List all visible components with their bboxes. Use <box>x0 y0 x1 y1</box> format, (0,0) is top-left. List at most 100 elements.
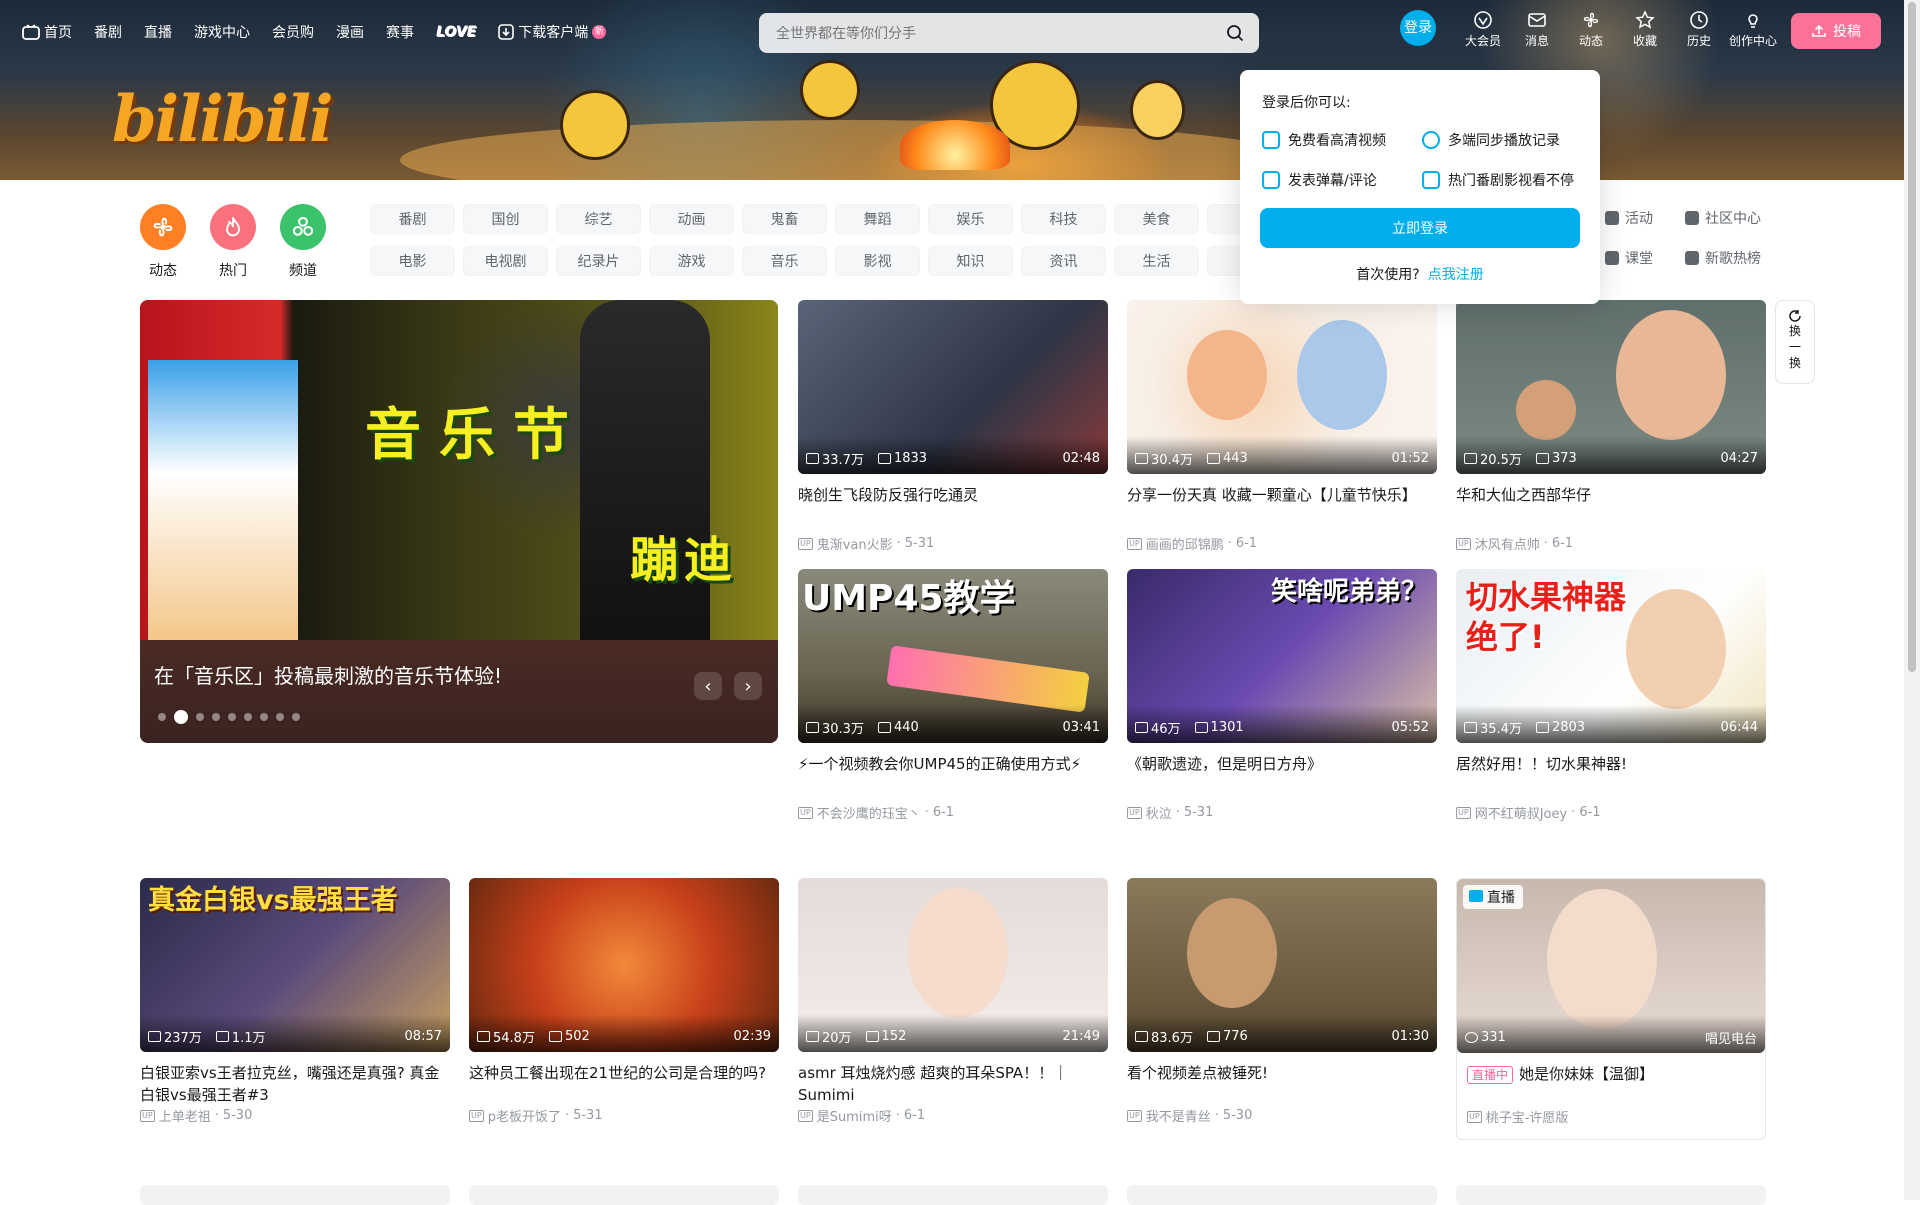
tag-item[interactable]: 音乐 <box>742 246 827 276</box>
video-thumbnail[interactable]: 真金白银vs最强王者 237万 1.1万 08:57 <box>140 878 450 1052</box>
nav-live[interactable]: 直播 <box>144 22 172 42</box>
video-thumbnail[interactable]: 笑啥呢弟弟？ 46万 1301 05:52 <box>1127 569 1437 743</box>
scrollbar-thumb[interactable] <box>1908 2 1916 672</box>
tag-item[interactable]: 知识 <box>928 246 1013 276</box>
nav-esports[interactable]: 赛事 <box>386 22 414 42</box>
video-thumbnail[interactable]: 切水果神器 绝了! 35.4万 2803 06:44 <box>1456 569 1766 743</box>
nav-history[interactable]: 历史 <box>1672 10 1726 49</box>
login-avatar-button[interactable]: 登录 <box>1400 10 1436 46</box>
carousel-prev-button[interactable]: ‹ <box>694 672 722 700</box>
tag-item[interactable]: 资讯 <box>1021 246 1106 276</box>
tag-item[interactable]: 鬼畜 <box>742 204 827 234</box>
search-input[interactable] <box>774 22 1194 46</box>
tag-item[interactable]: 综艺 <box>556 204 641 234</box>
search-icon[interactable] <box>1226 24 1244 42</box>
video-title[interactable]: 这种员工餐出现在21世纪的公司是合理的吗? <box>469 1062 779 1106</box>
link-new-songs[interactable]: 新歌热榜 <box>1685 248 1785 268</box>
video-author[interactable]: UP 不会沙鹰的珏宝丶 · 6-1 <box>798 803 1108 822</box>
nav-messages[interactable]: 消息 <box>1510 10 1564 49</box>
video-author[interactable]: UP 上单老祖 · 5-30 <box>140 1106 450 1125</box>
refresh-button[interactable]: 换 一 换 <box>1775 300 1815 384</box>
tag-item[interactable]: 美食 <box>1114 204 1199 234</box>
carousel-dot[interactable] <box>228 713 236 721</box>
nav-favorites[interactable]: 收藏 <box>1618 10 1672 49</box>
carousel-dot[interactable] <box>276 713 284 721</box>
link-activity[interactable]: 活动 <box>1605 208 1685 228</box>
live-title[interactable]: 直播中 她是你妹妹【温御】 <box>1457 1063 1765 1107</box>
channel-hot[interactable]: 热门 <box>210 204 256 280</box>
video-author[interactable]: UP 秋泣 · 5-31 <box>1127 803 1437 822</box>
video-thumbnail[interactable]: 20万 152 21:49 <box>798 878 1108 1052</box>
carousel-dot[interactable] <box>260 713 268 721</box>
link-community[interactable]: 社区中心 <box>1685 208 1785 228</box>
video-thumbnail[interactable]: 83.6万 776 01:30 <box>1127 878 1437 1052</box>
carousel-dot[interactable] <box>196 713 204 721</box>
live-thumbnail[interactable]: 直播 331 唱见电台 <box>1457 879 1765 1053</box>
video-card[interactable]: 54.8万 502 02:39 这种员工餐出现在21世纪的公司是合理的吗? UP p老… <box>469 878 779 1125</box>
nav-gamecenter[interactable]: 游戏中心 <box>194 22 250 42</box>
nav-love-event[interactable]: LOVE <box>436 24 476 40</box>
nav-dynamic[interactable]: 动态 <box>1564 10 1618 49</box>
tag-item[interactable]: 国创 <box>463 204 548 234</box>
video-title[interactable]: ⚡一个视频教会你UMP45的正确使用方式⚡ <box>798 753 1108 797</box>
video-thumbnail[interactable]: 30.4万 443 01:52 <box>1127 300 1437 474</box>
video-card[interactable]: 笑啥呢弟弟？ 46万 1301 05:52 《朝歌遗迹，但是明日方舟》 UP 秋泣 · 5… <box>1127 569 1437 822</box>
video-author[interactable]: UP 鬼渐van火影 · 5-31 <box>798 534 1108 553</box>
login-now-button[interactable]: 立即登录 <box>1260 208 1580 248</box>
carousel-dot[interactable] <box>212 713 220 721</box>
nav-manga[interactable]: 漫画 <box>336 22 364 42</box>
video-title[interactable]: 居然好用！！切水果神器! <box>1456 753 1766 797</box>
video-title[interactable]: 晓创生飞段防反强行吃通灵 <box>798 484 1108 528</box>
tag-item[interactable]: 电视剧 <box>463 246 548 276</box>
video-card[interactable]: 20.5万 373 04:27 华和大仙之西部华仔 UP 沐风有点帅 · 6-1 <box>1456 300 1766 553</box>
carousel-next-button[interactable]: › <box>734 672 762 700</box>
video-title[interactable]: 白银亚索vs王者拉克丝，嘴强还是真强? 真金白银vs最强王者#3 <box>140 1062 450 1106</box>
video-author[interactable]: UP 我不是青丝 · 5-30 <box>1127 1106 1437 1125</box>
nav-creator[interactable]: 创作中心 <box>1726 10 1780 49</box>
nav-home[interactable]: 首页 <box>22 22 72 42</box>
register-link[interactable]: 点我注册 <box>1428 267 1484 283</box>
video-title[interactable]: asmr 耳烛烧灼感 超爽的耳朵SPA！！｜Sumimi <box>798 1062 1108 1106</box>
video-thumbnail[interactable]: 33.7万 1833 02:48 <box>798 300 1108 474</box>
video-card[interactable]: 83.6万 776 01:30 看个视频差点被锤死! UP 我不是青丝 · 5-30 <box>1127 878 1437 1125</box>
tag-item[interactable]: 生活 <box>1114 246 1199 276</box>
banner-carousel[interactable]: 音乐节 蹦迪 在「音乐区」投稿最刺激的音乐节体验! ‹ › <box>140 300 778 743</box>
tag-item[interactable]: 影视 <box>835 246 920 276</box>
video-card[interactable]: 20万 152 21:49 asmr 耳烛烧灼感 超爽的耳朵SPA！！｜Sumimi… <box>798 878 1108 1125</box>
video-title[interactable]: 分享一份天真 收藏一颗童心【儿童节快乐】 <box>1127 484 1437 528</box>
tag-item[interactable]: 动画 <box>649 204 734 234</box>
channel-dynamic[interactable]: 动态 <box>140 204 186 280</box>
video-title[interactable]: 《朝歌遗迹，但是明日方舟》 <box>1127 753 1437 797</box>
video-title[interactable]: 看个视频差点被锤死! <box>1127 1062 1437 1106</box>
live-card[interactable]: 直播 331 唱见电台 直播中 她是你妹妹【温御】 UP 桃子宝-许愿版 <box>1456 878 1766 1140</box>
tag-item[interactable]: 游戏 <box>649 246 734 276</box>
video-author[interactable]: UP 沐风有点帅 · 6-1 <box>1456 534 1766 553</box>
tag-item[interactable]: 纪录片 <box>556 246 641 276</box>
video-author[interactable]: UP 是Sumimi呀 · 6-1 <box>798 1106 1108 1125</box>
tag-item[interactable]: 娱乐 <box>928 204 1013 234</box>
link-classroom[interactable]: 课堂 <box>1605 248 1685 268</box>
carousel-dot-active[interactable] <box>174 710 188 724</box>
carousel-dot[interactable] <box>158 713 166 721</box>
live-author[interactable]: UP 桃子宝-许愿版 <box>1457 1107 1765 1126</box>
tag-item[interactable]: 番剧 <box>370 204 455 234</box>
video-card[interactable]: 33.7万 1833 02:48 晓创生飞段防反强行吃通灵 UP 鬼渐van火影 · 5-… <box>798 300 1108 553</box>
video-title[interactable]: 华和大仙之西部华仔 <box>1456 484 1766 528</box>
video-card[interactable]: UMP45教学 30.3万 440 03:41 ⚡一个视频教会你UMP45的正确使用… <box>798 569 1108 822</box>
nav-bangumi[interactable]: 番剧 <box>94 22 122 42</box>
carousel-title[interactable]: 在「音乐区」投稿最刺激的音乐节体验! <box>154 660 502 689</box>
video-thumbnail[interactable]: 20.5万 373 04:27 <box>1456 300 1766 474</box>
nav-download[interactable]: 下载客户端 新 <box>498 22 607 42</box>
tag-item[interactable]: 电影 <box>370 246 455 276</box>
nav-vipshop[interactable]: 会员购 <box>272 22 314 42</box>
carousel-dot[interactable] <box>244 713 252 721</box>
video-card[interactable]: 30.4万 443 01:52 分享一份天真 收藏一颗童心【儿童节快乐】 UP 画画的… <box>1127 300 1437 553</box>
video-thumbnail[interactable]: 54.8万 502 02:39 <box>469 878 779 1052</box>
scrollbar[interactable] <box>1904 0 1920 1200</box>
upload-button[interactable]: 投稿 <box>1791 13 1881 49</box>
tag-item[interactable]: 科技 <box>1021 204 1106 234</box>
video-thumbnail[interactable]: UMP45教学 30.3万 440 03:41 <box>798 569 1108 743</box>
video-author[interactable]: UP 画画的邱锦鹏 · 6-1 <box>1127 534 1437 553</box>
video-author[interactable]: UP 网不红萌叔Joey · 6-1 <box>1456 803 1766 822</box>
video-card[interactable]: 切水果神器 绝了! 35.4万 2803 06:44 居然好用！！切水果神器! UP… <box>1456 569 1766 822</box>
